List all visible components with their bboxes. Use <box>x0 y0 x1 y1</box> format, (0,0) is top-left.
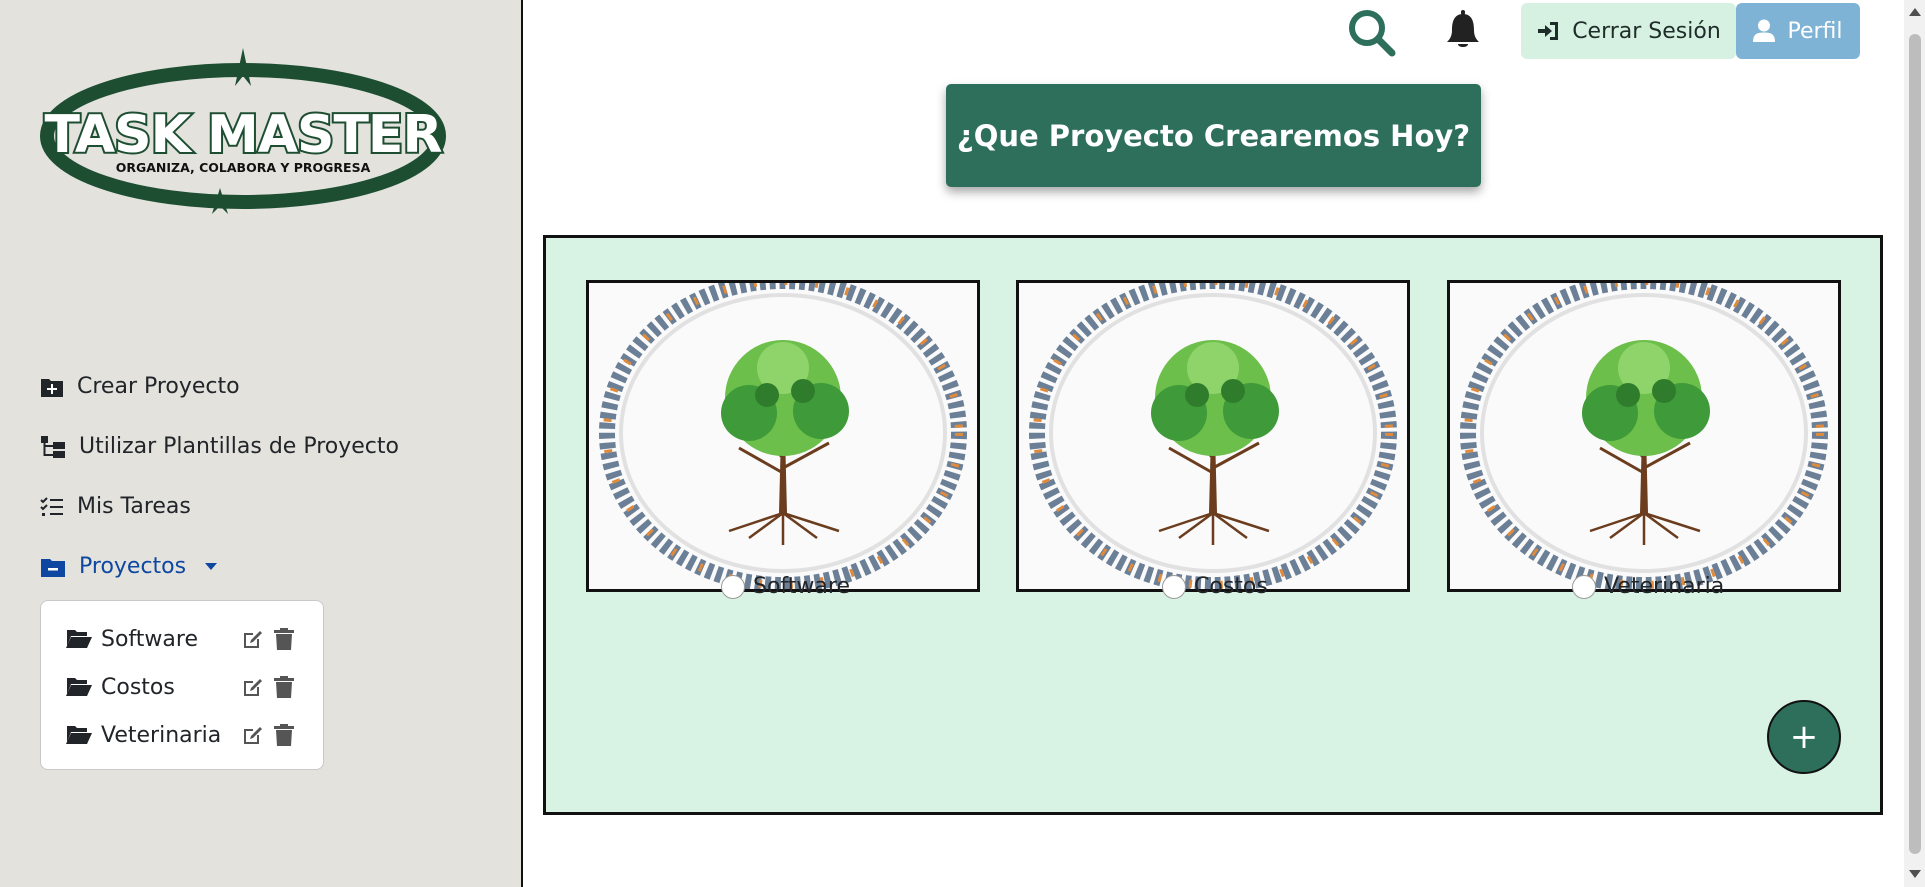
edit-icon[interactable] <box>241 675 265 699</box>
project-radio-option[interactable]: Veterinaria <box>1572 574 1724 599</box>
edit-icon[interactable] <box>241 723 265 747</box>
radio-button[interactable] <box>1572 574 1596 599</box>
nav-plantillas[interactable]: Utilizar Plantillas de Proyecto <box>40 434 399 459</box>
projects-panel: Software Costos Veterinaria + <box>543 235 1883 815</box>
projects-dropdown: Software Costos Veterinaria <box>40 600 324 770</box>
nav-label: Proyectos <box>79 554 187 579</box>
project-radio-option[interactable]: Costos <box>1162 574 1268 599</box>
sign-in-icon <box>1538 22 1559 40</box>
sidebar: TASK MASTER ORGANIZA, COLABORA Y PROGRES… <box>0 0 523 887</box>
trash-icon[interactable] <box>273 675 295 699</box>
scrollbar-thumb[interactable] <box>1909 34 1921 854</box>
project-image[interactable] <box>1016 280 1410 592</box>
scroll-down-icon[interactable] <box>1909 870 1921 878</box>
project-card[interactable] <box>1447 280 1841 592</box>
project-image[interactable] <box>1447 280 1841 592</box>
user-icon <box>1753 19 1776 42</box>
radio-button[interactable] <box>1162 574 1186 599</box>
task-master-logo: TASK MASTER ORGANIZA, COLABORA Y PROGRES… <box>40 48 446 214</box>
project-name: Veterinaria <box>101 722 222 748</box>
folder-minus-icon <box>41 558 65 577</box>
nav-crear-proyecto[interactable]: Crear Proyecto <box>40 374 240 399</box>
nav-label: Crear Proyecto <box>77 374 240 399</box>
project-card-label: Software <box>753 574 850 599</box>
project-radio-option[interactable]: Software <box>721 574 850 599</box>
scroll-up-icon[interactable] <box>1909 8 1921 16</box>
project-card-label: Veterinaria <box>1604 574 1725 599</box>
folder-open-icon <box>66 630 92 648</box>
add-project-button[interactable]: + <box>1767 700 1841 774</box>
nav-proyectos[interactable]: Proyectos <box>40 554 218 579</box>
svg-text:TASK MASTER: TASK MASTER <box>44 105 441 165</box>
file-plus-icon <box>41 378 63 397</box>
page-title: ¿Que Proyecto Crearemos Hoy? <box>946 84 1481 187</box>
project-card[interactable] <box>586 280 980 592</box>
project-image[interactable] <box>586 280 980 592</box>
search-icon[interactable] <box>1347 8 1397 58</box>
project-name: Costos <box>101 674 175 700</box>
logout-label: Cerrar Sesión <box>1572 18 1721 44</box>
nav-label: Utilizar Plantillas de Proyecto <box>79 434 399 459</box>
sitemap-icon <box>41 435 65 458</box>
radio-button[interactable] <box>721 574 745 599</box>
nav-label: Mis Tareas <box>77 494 191 519</box>
list-check-icon <box>40 496 63 516</box>
trash-icon[interactable] <box>273 627 295 651</box>
project-name: Software <box>101 626 198 652</box>
trash-icon[interactable] <box>273 723 295 747</box>
profile-button[interactable]: Perfil <box>1736 3 1860 59</box>
profile-label: Perfil <box>1787 18 1843 44</box>
svg-text:ORGANIZA, COLABORA Y PROGRESA: ORGANIZA, COLABORA Y PROGRESA <box>116 160 371 175</box>
edit-icon[interactable] <box>241 627 265 651</box>
nav-mis-tareas[interactable]: Mis Tareas <box>40 494 191 519</box>
folder-open-icon <box>66 726 92 744</box>
list-item[interactable]: Software <box>65 624 305 654</box>
chevron-down-icon <box>205 563 218 570</box>
project-card-label: Costos <box>1194 574 1268 599</box>
project-card[interactable] <box>1016 280 1410 592</box>
logout-button[interactable]: Cerrar Sesión <box>1521 3 1736 59</box>
folder-open-icon <box>66 678 92 696</box>
list-item[interactable]: Costos <box>65 672 305 702</box>
list-item[interactable]: Veterinaria <box>65 720 305 750</box>
bell-icon[interactable] <box>1446 10 1480 50</box>
